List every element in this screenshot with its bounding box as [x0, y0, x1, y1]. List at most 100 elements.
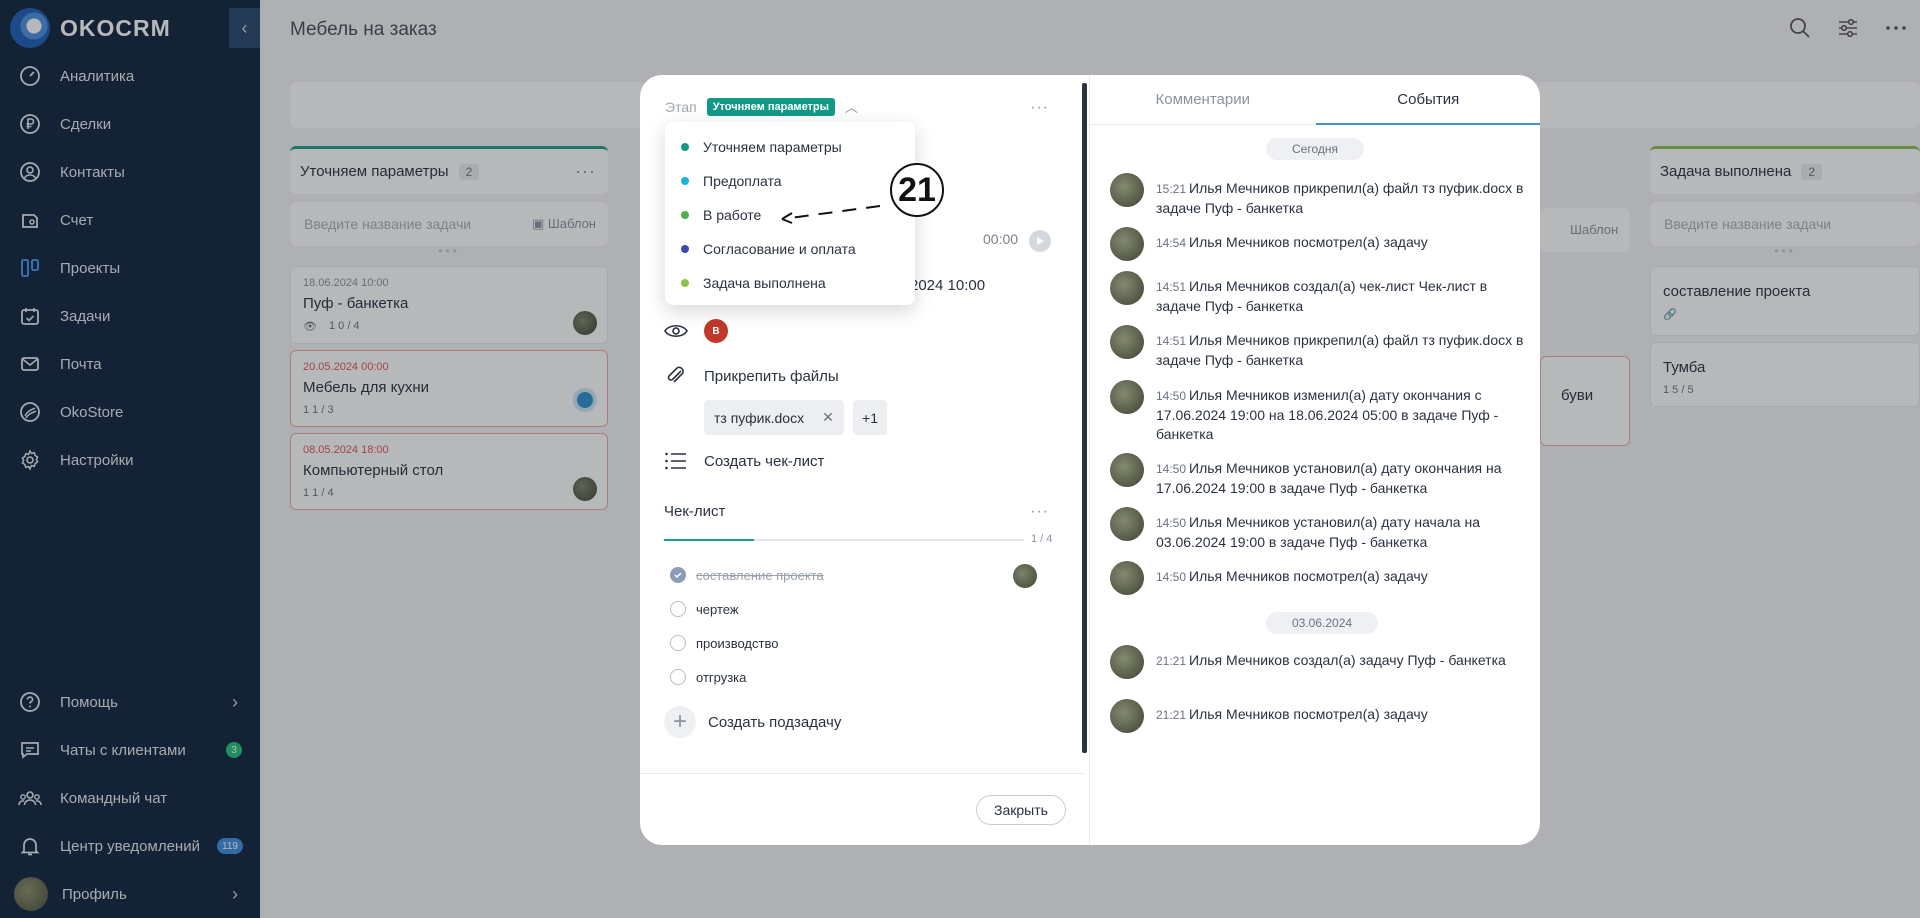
checkbox-icon[interactable] — [670, 669, 686, 685]
day-separator: Сегодня — [1266, 138, 1364, 160]
event-text: Илья Мечников изменил(а) дату окончания … — [1156, 387, 1499, 442]
chevron-up-icon[interactable]: ︿ — [845, 97, 858, 116]
event-time: 14:51 — [1156, 334, 1187, 348]
avatar — [1110, 645, 1144, 679]
stage-option-label: Согласование и оплата — [703, 241, 856, 257]
stage-option[interactable]: Уточняем параметры — [665, 130, 915, 164]
event-text: Илья Мечников установил(а) дату окончани… — [1156, 460, 1502, 496]
event-item: 21:21 Илья Мечников создал(а) задачу Пуф … — [1110, 645, 1530, 679]
event-time: 15:21 — [1156, 182, 1187, 196]
create-checklist-button[interactable]: Создать чек-лист — [664, 450, 824, 472]
checklist-item[interactable]: отгрузка — [670, 669, 746, 685]
avatar — [1110, 227, 1144, 261]
event-text: Илья Мечников посмотрел(а) задачу — [1189, 234, 1428, 250]
stage-color-dot — [681, 143, 689, 151]
day-separator: 03.06.2024 — [1266, 612, 1379, 634]
activity-pane: Комментарии События Сегодня 15:21 Илья Ме… — [1089, 75, 1540, 845]
create-subtask-button[interactable]: + Создать подзадачу — [664, 706, 841, 738]
event-item: 14:50 Илья Мечников посмотрел(а) задачу — [1110, 561, 1530, 595]
stage-selector[interactable]: Этап Уточняем параметры ︿ — [665, 97, 858, 116]
checklist-item-text: производство — [696, 635, 779, 651]
event-text: Илья Мечников создал(а) задачу Пуф - бан… — [1189, 652, 1506, 668]
eye-icon — [664, 321, 688, 341]
watchers-row: В — [664, 319, 728, 343]
remove-file-icon[interactable]: ✕ — [822, 409, 834, 426]
annotation-arrow — [781, 205, 881, 224]
plus-icon: + — [664, 706, 696, 738]
checkbox-icon[interactable] — [670, 635, 686, 651]
tab-events[interactable]: События — [1315, 75, 1540, 125]
event-time: 21:21 — [1156, 654, 1187, 668]
event-text: Илья Мечников прикрепил(а) файл тз пуфик… — [1156, 332, 1524, 368]
checklist-progress-fill — [664, 539, 754, 541]
more-icon[interactable]: ··· — [1030, 99, 1049, 117]
avatar — [1013, 564, 1037, 588]
event-item: 14:50 Илья Мечников установил(а) дату око… — [1110, 453, 1530, 498]
checkbox-checked-icon[interactable] — [670, 567, 686, 583]
avatar — [1110, 380, 1144, 414]
event-item: 14:51 Илья Мечников прикрепил(а) файл тз … — [1110, 325, 1530, 370]
stage-badge[interactable]: Уточняем параметры — [706, 97, 836, 116]
event-text: Илья Мечников прикрепил(а) файл тз пуфик… — [1156, 180, 1524, 216]
stage-option[interactable]: Согласование и оплата — [665, 232, 915, 266]
checkbox-icon[interactable] — [670, 601, 686, 617]
event-item: 14:54 Илья Мечников посмотрел(а) задачу — [1110, 227, 1530, 261]
attach-label: Прикрепить файлы — [704, 367, 839, 385]
create-checklist-label: Создать чек-лист — [704, 452, 825, 470]
checklist-item[interactable]: составление проекта — [670, 567, 824, 583]
event-time: 14:50 — [1156, 570, 1187, 584]
event-text: Илья Мечников посмотрел(а) задачу — [1189, 706, 1428, 722]
event-item: 14:51 Илья Мечников создал(а) чек-лист Че… — [1110, 271, 1530, 316]
event-text: Илья Мечников создал(а) чек-лист Чек-лис… — [1156, 278, 1488, 314]
list-icon — [664, 450, 688, 472]
checklist-item[interactable]: производство — [670, 635, 778, 651]
stage-option[interactable]: Задача выполнена — [665, 266, 915, 300]
deadline-value[interactable]: 2024 10:00 — [910, 277, 985, 294]
modal-scrollbar[interactable] — [1082, 83, 1087, 753]
create-subtask-label: Создать подзадачу — [708, 713, 842, 731]
watcher-avatar[interactable]: В — [704, 319, 728, 343]
annotation-number: 21 — [890, 163, 944, 217]
checklist-item[interactable]: чертеж — [670, 601, 739, 617]
stage-color-dot — [681, 177, 689, 185]
paperclip-icon — [664, 364, 688, 388]
close-button[interactable]: Закрыть — [976, 795, 1066, 825]
avatar — [1110, 507, 1144, 541]
avatar — [1110, 561, 1144, 595]
event-time: 14:54 — [1156, 236, 1187, 250]
event-time: 14:50 — [1156, 516, 1187, 530]
stage-label: Этап — [665, 98, 697, 115]
play-timer-button[interactable] — [1029, 230, 1051, 252]
divider — [640, 773, 1085, 774]
checklist-title: Чек-лист — [664, 503, 726, 520]
avatar — [1110, 325, 1144, 359]
checklist-item-text: чертеж — [696, 601, 739, 617]
checklist-item-text: составление проекта — [696, 567, 824, 583]
file-chip[interactable]: тз пуфик.docx ✕ — [704, 400, 844, 435]
event-text: Илья Мечников посмотрел(а) задачу — [1189, 568, 1428, 584]
attach-files-button[interactable]: Прикрепить файлы — [664, 364, 839, 388]
event-time: 21:21 — [1156, 708, 1187, 722]
event-time: 14:50 — [1156, 462, 1187, 476]
stage-option-label: Предоплата — [703, 173, 782, 189]
avatar — [1110, 173, 1144, 207]
stage-option-label: Уточняем параметры — [703, 139, 842, 155]
checklist-count: 1 / 4 — [1031, 533, 1053, 545]
avatar — [1110, 699, 1144, 733]
more-icon[interactable]: ··· — [1030, 503, 1049, 521]
timer-value: 00:00 — [983, 231, 1019, 247]
more-files-button[interactable]: +1 — [853, 400, 887, 435]
checklist-item-text: отгрузка — [696, 669, 747, 685]
avatar — [1110, 453, 1144, 487]
tab-comments[interactable]: Комментарии — [1090, 75, 1316, 125]
event-item: 14:50 Илья Мечников установил(а) дату нач… — [1110, 507, 1530, 552]
event-item: 21:21 Илья Мечников посмотрел(а) задачу — [1110, 699, 1530, 733]
avatar — [1110, 271, 1144, 305]
stage-color-dot — [681, 245, 689, 253]
event-text: Илья Мечников установил(а) дату начала н… — [1156, 514, 1480, 550]
stage-option-label: Задача выполнена — [703, 275, 826, 291]
stage-color-dot — [681, 279, 689, 287]
checklist-progress — [664, 539, 1024, 541]
activity-tabs: Комментарии События — [1090, 75, 1540, 125]
event-time: 14:51 — [1156, 280, 1187, 294]
